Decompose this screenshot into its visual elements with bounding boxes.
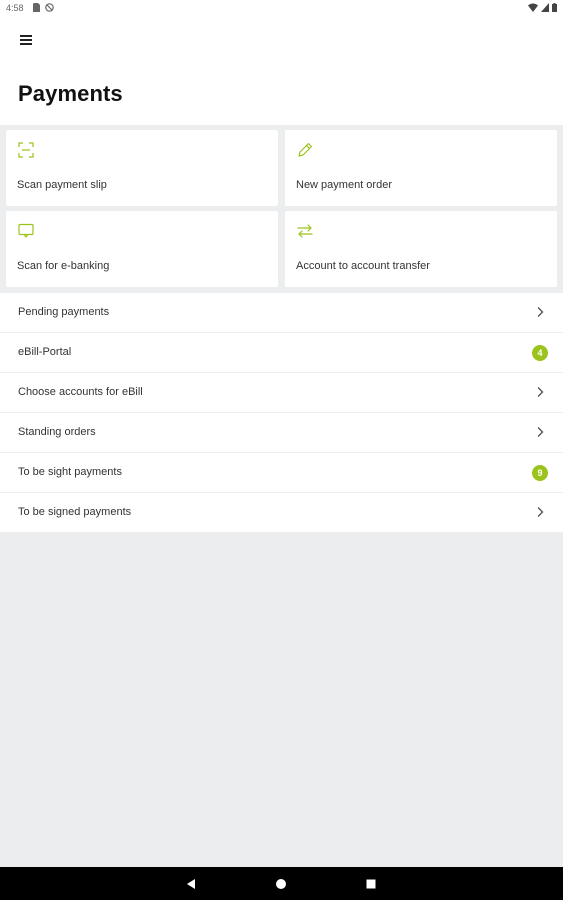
app-header: Payments [0, 18, 563, 125]
tile-label: New payment order [296, 179, 392, 191]
chevron-right-icon [537, 507, 544, 517]
home-icon[interactable] [274, 877, 288, 891]
status-notification-icons [33, 3, 54, 12]
list-item-label: Standing orders [18, 426, 96, 438]
menu-button[interactable] [14, 30, 38, 50]
monitor-icon [18, 223, 34, 238]
recents-icon[interactable] [364, 877, 378, 891]
payments-menu-list: Pending payments eBill-Portal 4 Choose a… [0, 293, 563, 532]
sim-card-icon [33, 3, 40, 12]
chevron-right-icon [537, 427, 544, 437]
chevron-right-icon [537, 387, 544, 397]
transfer-arrows-icon [297, 224, 313, 238]
status-time: 4:58 [6, 3, 24, 13]
wifi-icon [528, 3, 538, 12]
tile-new-payment-order[interactable]: New payment order [285, 130, 557, 206]
tile-label: Scan payment slip [17, 179, 107, 191]
chevron-right-icon [537, 307, 544, 317]
scan-icon [18, 142, 34, 158]
tile-scan-for-e-banking[interactable]: Scan for e-banking [6, 211, 278, 287]
list-item-to-be-signed-payments[interactable]: To be signed payments [0, 493, 563, 532]
tile-label: Scan for e-banking [17, 260, 110, 272]
list-item-ebill-portal[interactable]: eBill-Portal 4 [0, 333, 563, 373]
back-icon[interactable] [184, 877, 198, 891]
status-bar: 4:58 [0, 0, 563, 18]
battery-icon [552, 3, 557, 12]
list-item-label: To be signed payments [18, 506, 132, 518]
tile-scan-payment-slip[interactable]: Scan payment slip [6, 130, 278, 206]
list-item-label: To be sight payments [18, 466, 122, 478]
list-item-label: Pending payments [18, 306, 110, 318]
pencil-icon [298, 142, 313, 157]
tile-account-to-account-transfer[interactable]: Account to account transfer [285, 211, 557, 287]
count-badge: 4 [532, 345, 548, 361]
tile-label: Account to account transfer [296, 260, 430, 272]
system-navigation-bar [0, 867, 563, 900]
list-item-label: eBill-Portal [18, 346, 72, 358]
list-item-to-be-sight-payments[interactable]: To be sight payments 9 [0, 453, 563, 493]
list-item-choose-accounts-for-ebill[interactable]: Choose accounts for eBill [0, 373, 563, 413]
hamburger-icon [20, 35, 32, 37]
signal-icon [541, 3, 549, 12]
count-badge: 9 [532, 465, 548, 481]
list-item-standing-orders[interactable]: Standing orders [0, 413, 563, 453]
page-title: Payments [18, 81, 123, 106]
list-item-label: Choose accounts for eBill [18, 386, 143, 398]
status-system-icons [528, 3, 557, 12]
list-item-pending-payments[interactable]: Pending payments [0, 293, 563, 333]
do-not-disturb-icon [45, 3, 54, 12]
